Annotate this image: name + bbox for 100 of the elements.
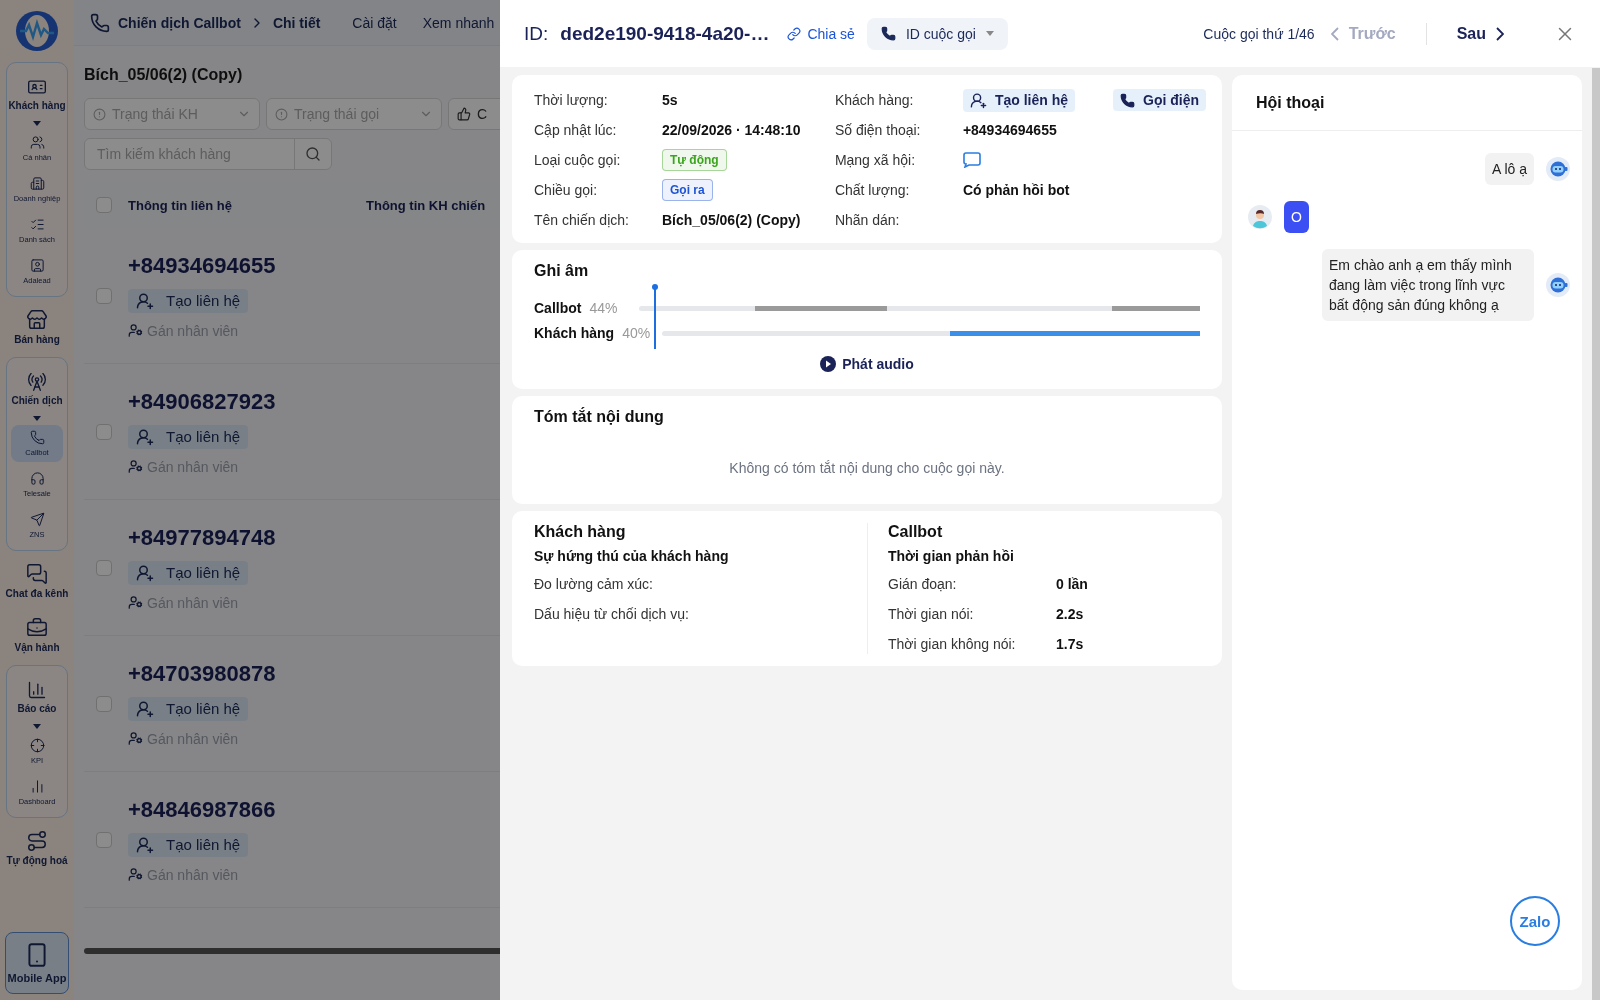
link-icon bbox=[787, 26, 802, 41]
user-gear-icon bbox=[128, 459, 143, 474]
scrollbar[interactable] bbox=[1592, 68, 1600, 1000]
user-square-icon bbox=[29, 258, 45, 273]
message-bubble: Em chào anh ạ em thấy mình đang làm việc trong lĩnh vực bất động sản đúng không ạ bbox=[1322, 249, 1534, 321]
section-title: Tóm tắt nội dung bbox=[534, 408, 665, 426]
column-header: Thông tin KH chiến bbox=[366, 197, 486, 213]
zalo-chat-button[interactable]: Zalo bbox=[1510, 896, 1560, 946]
checkbox[interactable] bbox=[96, 423, 112, 440]
user-gear-icon bbox=[128, 595, 143, 610]
caret-icon[interactable] bbox=[33, 724, 41, 729]
info-value: Bích_05/06(2) (Copy) bbox=[662, 212, 801, 228]
create-contact-button[interactable]: Tạo liên hệ bbox=[128, 288, 249, 313]
search-icon[interactable] bbox=[305, 146, 321, 162]
info-label: Tên chiến dịch: bbox=[534, 212, 630, 228]
header-tab[interactable]: Cài đặt bbox=[352, 14, 397, 31]
info-value: Có phản hồi bot bbox=[962, 182, 1070, 198]
checkbox[interactable] bbox=[96, 831, 112, 848]
id-label: ID: bbox=[524, 22, 549, 45]
section-subtitle: Thời gian phản hồi bbox=[888, 548, 1015, 564]
building-icon bbox=[29, 176, 45, 191]
info-label: Chiều gọi: bbox=[534, 182, 599, 198]
user-plus-icon bbox=[136, 291, 154, 310]
user-gear-icon bbox=[128, 867, 143, 882]
play-audio-button[interactable]: Phát audio bbox=[814, 355, 920, 373]
user-gear-icon bbox=[128, 731, 143, 746]
info-label: Nhãn dán: bbox=[834, 212, 901, 228]
thumbs-up-icon bbox=[457, 107, 471, 121]
breadcrumb-item[interactable]: Chiến dịch Callbot bbox=[118, 14, 241, 31]
briefcase-icon bbox=[26, 617, 48, 639]
status-icon bbox=[275, 107, 288, 121]
nav-item[interactable]: Chiến dịch bbox=[11, 366, 63, 412]
caret-icon bbox=[985, 31, 994, 36]
nav-item[interactable]: Tự động hoá bbox=[6, 824, 68, 872]
checkbox[interactable] bbox=[96, 287, 112, 304]
call-id-select[interactable]: ID cuộc gọi bbox=[866, 17, 1008, 50]
checkbox[interactable] bbox=[96, 197, 112, 213]
tag: Tự động bbox=[662, 149, 727, 171]
share-link[interactable]: Chia sẻ bbox=[787, 25, 855, 42]
nav-item[interactable]: Bán hàng bbox=[14, 303, 60, 351]
caret-icon[interactable] bbox=[33, 121, 41, 126]
create-contact-button[interactable]: Tạo liên hệ bbox=[128, 560, 249, 585]
logo-icon bbox=[14, 10, 60, 52]
empty-message: Không có tóm tắt nội dung cho cuộc gọi này. bbox=[728, 460, 1006, 476]
phone-number: +84977894748 bbox=[128, 524, 276, 551]
chat-bubbles-icon bbox=[26, 563, 48, 585]
checkbox[interactable] bbox=[96, 559, 112, 576]
nav-item[interactable]: Chat đa kênh bbox=[5, 557, 69, 605]
phone-number: +84703980878 bbox=[128, 660, 276, 687]
create-contact-button[interactable]: Tạo liên hệ bbox=[962, 88, 1075, 112]
info-label: Mạng xã hội: bbox=[834, 152, 917, 168]
call-button[interactable]: Gọi điện bbox=[1113, 89, 1206, 111]
nav-item[interactable]: Vận hành bbox=[14, 611, 60, 659]
track-name: Callbot bbox=[534, 300, 582, 316]
header-tab[interactable]: Xem nhanh bbox=[422, 14, 495, 31]
phone-number: +84846987866 bbox=[128, 796, 276, 823]
user-plus-icon bbox=[136, 699, 154, 718]
create-contact-button[interactable]: Tạo liên hệ bbox=[128, 832, 249, 857]
broadcast-icon bbox=[27, 372, 47, 392]
section-title: Khách hàng bbox=[534, 523, 627, 541]
metric-value: 0 lần bbox=[1056, 575, 1088, 592]
robot-avatar-icon bbox=[1546, 157, 1570, 181]
metric-label: Thời gian nói: bbox=[888, 605, 975, 622]
call-counter: Cuộc gọi thứ 1/46 bbox=[1203, 25, 1315, 42]
audio-track[interactable] bbox=[662, 330, 1200, 336]
phone-number: +84934694655 bbox=[128, 252, 276, 279]
info-value: 5s bbox=[662, 92, 678, 108]
chevron-left-icon bbox=[1330, 26, 1339, 41]
create-contact-button[interactable]: Tạo liên hệ bbox=[128, 424, 249, 449]
column-header: Thông tin liên hệ bbox=[128, 197, 233, 213]
section-title: Hội thoại bbox=[1256, 93, 1325, 112]
storefront-icon bbox=[26, 309, 48, 331]
section-subtitle: Sự hứng thú của khách hàng bbox=[534, 548, 730, 564]
checkbox[interactable] bbox=[96, 695, 112, 712]
audio-track[interactable] bbox=[639, 305, 1200, 311]
campaign-title: Bích_05/06(2) (Copy) bbox=[84, 66, 244, 84]
info-label: Loại cuộc gọi: bbox=[534, 152, 622, 168]
mobile-app-button[interactable]: Mobile App bbox=[5, 932, 69, 994]
phone-icon bbox=[90, 12, 110, 33]
metric-label: Dấu hiệu từ chối dịch vụ: bbox=[534, 605, 690, 622]
metric-value: 1.7s bbox=[1056, 635, 1084, 652]
next-button[interactable]: Sau bbox=[1452, 24, 1508, 43]
info-label: Thời lượng: bbox=[534, 92, 609, 108]
metric-label: Gián đoạn: bbox=[888, 575, 958, 592]
users-icon bbox=[29, 135, 45, 150]
user-gear-icon bbox=[128, 323, 143, 338]
info-label: Cập nhật lúc: bbox=[534, 122, 618, 138]
info-label: Số điện thoại: bbox=[834, 122, 922, 138]
bar-chart-icon bbox=[27, 680, 47, 700]
section-title: Ghi âm bbox=[534, 262, 590, 280]
phone-icon bbox=[29, 430, 45, 445]
metric-label: Đo lường cảm xúc: bbox=[534, 575, 654, 592]
nav-item[interactable]: Báo cáo bbox=[17, 674, 57, 720]
nav-item[interactable]: Khách hàng bbox=[8, 71, 66, 117]
status-icon bbox=[93, 107, 106, 121]
chat-bubble-icon[interactable] bbox=[962, 152, 981, 168]
create-contact-button[interactable]: Tạo liên hệ bbox=[128, 696, 249, 721]
headphones-icon bbox=[29, 471, 45, 486]
target-icon bbox=[29, 738, 45, 753]
track-share: 40% bbox=[622, 325, 651, 341]
